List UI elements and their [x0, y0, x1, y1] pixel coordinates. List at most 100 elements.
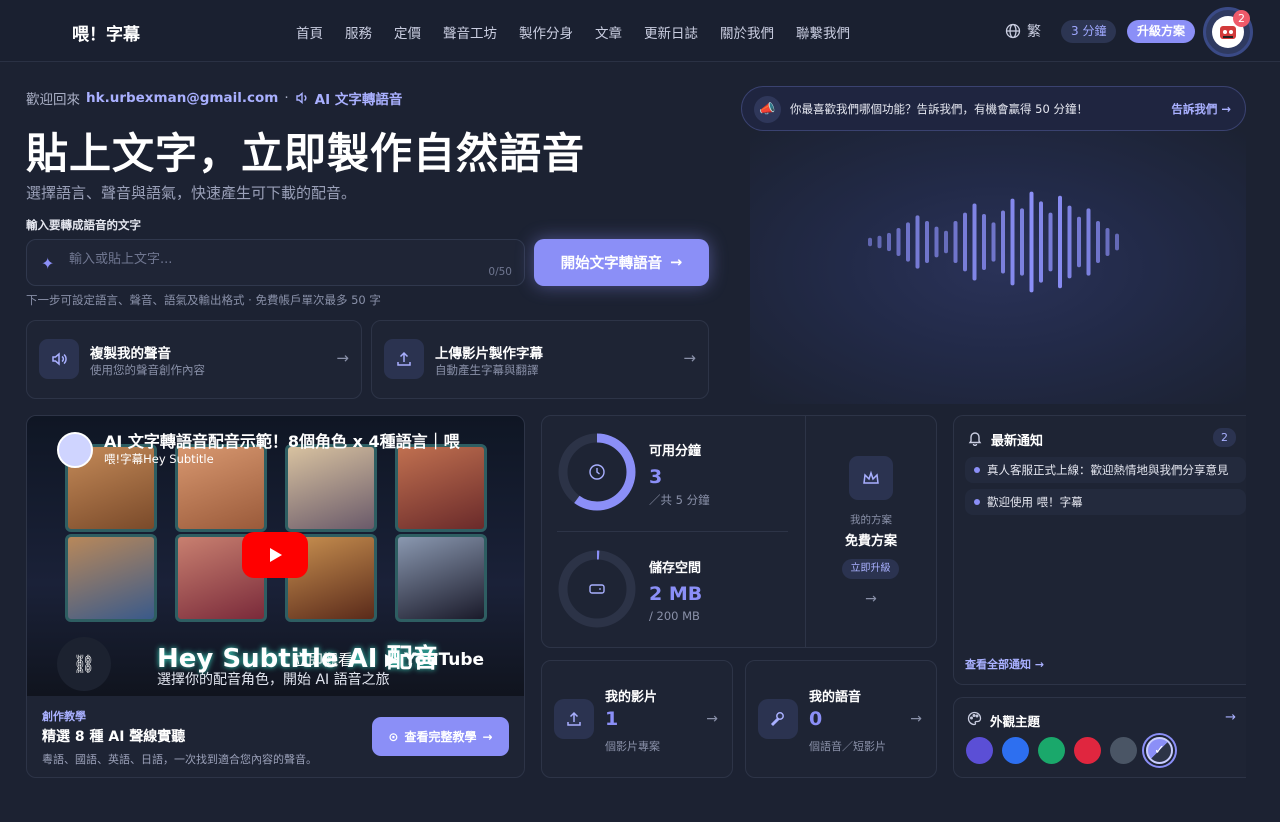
nav-contact[interactable]: 聯繫我們	[796, 22, 850, 42]
feedback-text: 你最喜歡我們哪個功能？告訴我們，有機會贏得 50 分鐘！	[790, 102, 1088, 116]
arrow-right-icon: →	[706, 711, 718, 727]
my-videos-card[interactable]: 我的影片 1 個影片專案 →	[541, 660, 733, 778]
waveform-graphic	[868, 191, 1119, 293]
waveform-bar	[925, 221, 929, 263]
text-input-label: 輸入要轉成語音的文字	[26, 218, 141, 232]
theme-title: 外觀主題	[990, 714, 1041, 729]
link-icon[interactable]: ⛓	[57, 637, 111, 691]
separator: ·	[284, 90, 289, 106]
storage-label: 儲存空間	[649, 561, 702, 576]
waveform-panel	[750, 131, 1246, 404]
theme-swatch-violet[interactable]	[966, 737, 993, 764]
tts-text-field[interactable]: ✦ 0/50	[26, 239, 525, 286]
minutes-badge[interactable]: 3 分鐘	[1061, 20, 1117, 43]
channel-logo[interactable]	[57, 432, 93, 468]
upload-video-card[interactable]: 上傳影片製作字幕 自動產生字幕與翻譯 →	[371, 320, 709, 399]
arrow-right-icon: →	[683, 349, 696, 367]
waveform-bar	[1048, 212, 1053, 272]
play-icon[interactable]	[242, 532, 308, 578]
view-all-notifications-link[interactable]: 查看全部通知 →	[965, 656, 1044, 672]
nav-about[interactable]: 關於我們	[720, 22, 774, 42]
theme-swatch-green[interactable]	[1038, 737, 1065, 764]
my-videos-title: 我的影片	[605, 690, 658, 705]
sparkle-icon: ✦	[41, 254, 55, 273]
site-logo[interactable]: 喂！字幕	[72, 20, 140, 45]
waveform-bar	[1001, 210, 1005, 274]
my-voices-card[interactable]: 我的語音 0 個語音／短影片 →	[745, 660, 937, 778]
notification-count-badge: 2	[1233, 10, 1250, 27]
plan-name: 免費方案	[844, 534, 897, 549]
video-category: 創作教學	[42, 710, 86, 723]
upgrade-now-button[interactable]: 立即升級	[842, 559, 899, 579]
waveform-bar	[896, 228, 901, 256]
waveform-bar	[1115, 233, 1119, 251]
video-brand-subtext: 選擇你的配音角色，開始 AI 語音之旅	[157, 672, 390, 688]
upgrade-button[interactable]: 升級方案	[1127, 20, 1196, 43]
video-thumbnail[interactable]: AI 文字轉語音配音示範！8個角色 x 4種語言｜喂 喂!字幕Hey Subti…	[27, 416, 524, 696]
storage-ring	[558, 550, 636, 628]
feedback-banner[interactable]: 📣 你最喜歡我們哪個功能？告訴我們，有機會贏得 50 分鐘！ 告訴我們 →	[741, 86, 1246, 131]
notifications-count: 2	[1213, 428, 1236, 447]
nav-voice-studio[interactable]: 聲音工坊	[443, 22, 497, 42]
tts-hint: 下一步可設定語言、聲音、語氣及輸出格式 · 免費帳戶單次最多 50 字	[26, 293, 381, 307]
view-tutorial-label: 查看完整教學	[404, 730, 477, 744]
arrow-right-icon: →	[910, 711, 922, 727]
theme-swatch-red[interactable]	[1074, 737, 1101, 764]
nav-avatar[interactable]: 製作分身	[519, 22, 573, 42]
main-nav: 首頁 服務 定價 聲音工坊 製作分身 文章 更新日誌 關於我們 聯繫我們	[296, 22, 872, 42]
notifications-title: 最新通知	[991, 434, 1044, 449]
nav-home[interactable]: 首頁	[296, 22, 323, 42]
minutes-ring	[558, 433, 636, 511]
channel-name: 喂!字幕Hey Subtitle	[104, 452, 214, 466]
clock-icon	[589, 464, 605, 480]
waveform-bar	[887, 232, 891, 252]
waveform-bar	[944, 230, 948, 254]
nav-pricing[interactable]: 定價	[394, 22, 421, 42]
watch-now-label[interactable]: 立即觀看	[293, 649, 353, 670]
arrow-right-icon[interactable]: →	[806, 591, 936, 607]
notification-item[interactable]: 真人客服正式上線：歡迎熱情地與我們分享意見	[965, 457, 1246, 483]
clone-voice-card[interactable]: 複製我的聲音 使用您的聲音創作內容 →	[26, 320, 362, 399]
page-title: 貼上文字，立即製作自然語音	[26, 129, 586, 178]
waveform-bar	[1077, 216, 1081, 268]
waveform-bar	[1086, 208, 1091, 276]
video-heading: 精選 8 種 AI 聲線實聽	[42, 729, 186, 745]
character-counter: 0/50	[488, 266, 512, 278]
theme-swatch-selected[interactable]: ✓	[1146, 737, 1173, 764]
upload-icon	[554, 699, 594, 739]
my-videos-subtitle: 個影片專案	[605, 740, 660, 753]
clone-voice-subtitle: 使用您的聲音創作內容	[90, 363, 205, 377]
nav-services[interactable]: 服務	[345, 22, 372, 42]
arrow-right-icon[interactable]: →	[1225, 710, 1236, 725]
waveform-bar	[906, 222, 910, 262]
checkmark-icon: ✓	[1154, 743, 1165, 758]
speaker-icon	[295, 92, 307, 104]
feature-name: AI 文字轉語音	[314, 92, 403, 108]
tell-us-link[interactable]: 告訴我們 →	[1171, 101, 1231, 117]
start-tts-button[interactable]: 開始文字轉語音 →	[534, 239, 709, 286]
top-navbar: 喂！字幕 首頁 服務 定價 聲音工坊 製作分身 文章 更新日誌 關於我們 聯繫我…	[0, 0, 1280, 62]
clone-voice-title: 複製我的聲音	[90, 346, 171, 362]
waveform-bar	[934, 226, 939, 258]
upload-icon	[384, 339, 424, 379]
theme-swatch-blue[interactable]	[1002, 737, 1029, 764]
my-voices-subtitle: 個語音／短影片	[809, 740, 886, 753]
minutes-value: 3	[649, 466, 663, 488]
waveform-bar	[1067, 205, 1072, 279]
upload-video-subtitle: 自動產生字幕與翻譯	[435, 363, 539, 377]
my-voices-count: 0	[809, 708, 823, 730]
crown-icon	[849, 456, 893, 500]
youtube-logo[interactable]: ▶ YouTube	[385, 650, 484, 670]
notification-item[interactable]: 歡迎使用 喂！字幕	[965, 489, 1246, 515]
view-tutorial-button[interactable]: ⊙ 查看完整教學 →	[372, 717, 509, 756]
language-switcher[interactable]: 繁	[1005, 21, 1041, 41]
nav-articles[interactable]: 文章	[595, 22, 622, 42]
nav-changelog[interactable]: 更新日誌	[644, 22, 698, 42]
waveform-bar	[1105, 228, 1110, 256]
tts-text-input[interactable]	[69, 252, 449, 267]
upload-video-title: 上傳影片製作字幕	[435, 346, 543, 362]
theme-swatch-slate[interactable]	[1110, 737, 1137, 764]
tutorial-video-card: AI 文字轉語音配音示範！8個角色 x 4種語言｜喂 喂!字幕Hey Subti…	[26, 415, 525, 778]
my-videos-count: 1	[605, 708, 619, 730]
my-voices-title: 我的語音	[809, 690, 862, 705]
